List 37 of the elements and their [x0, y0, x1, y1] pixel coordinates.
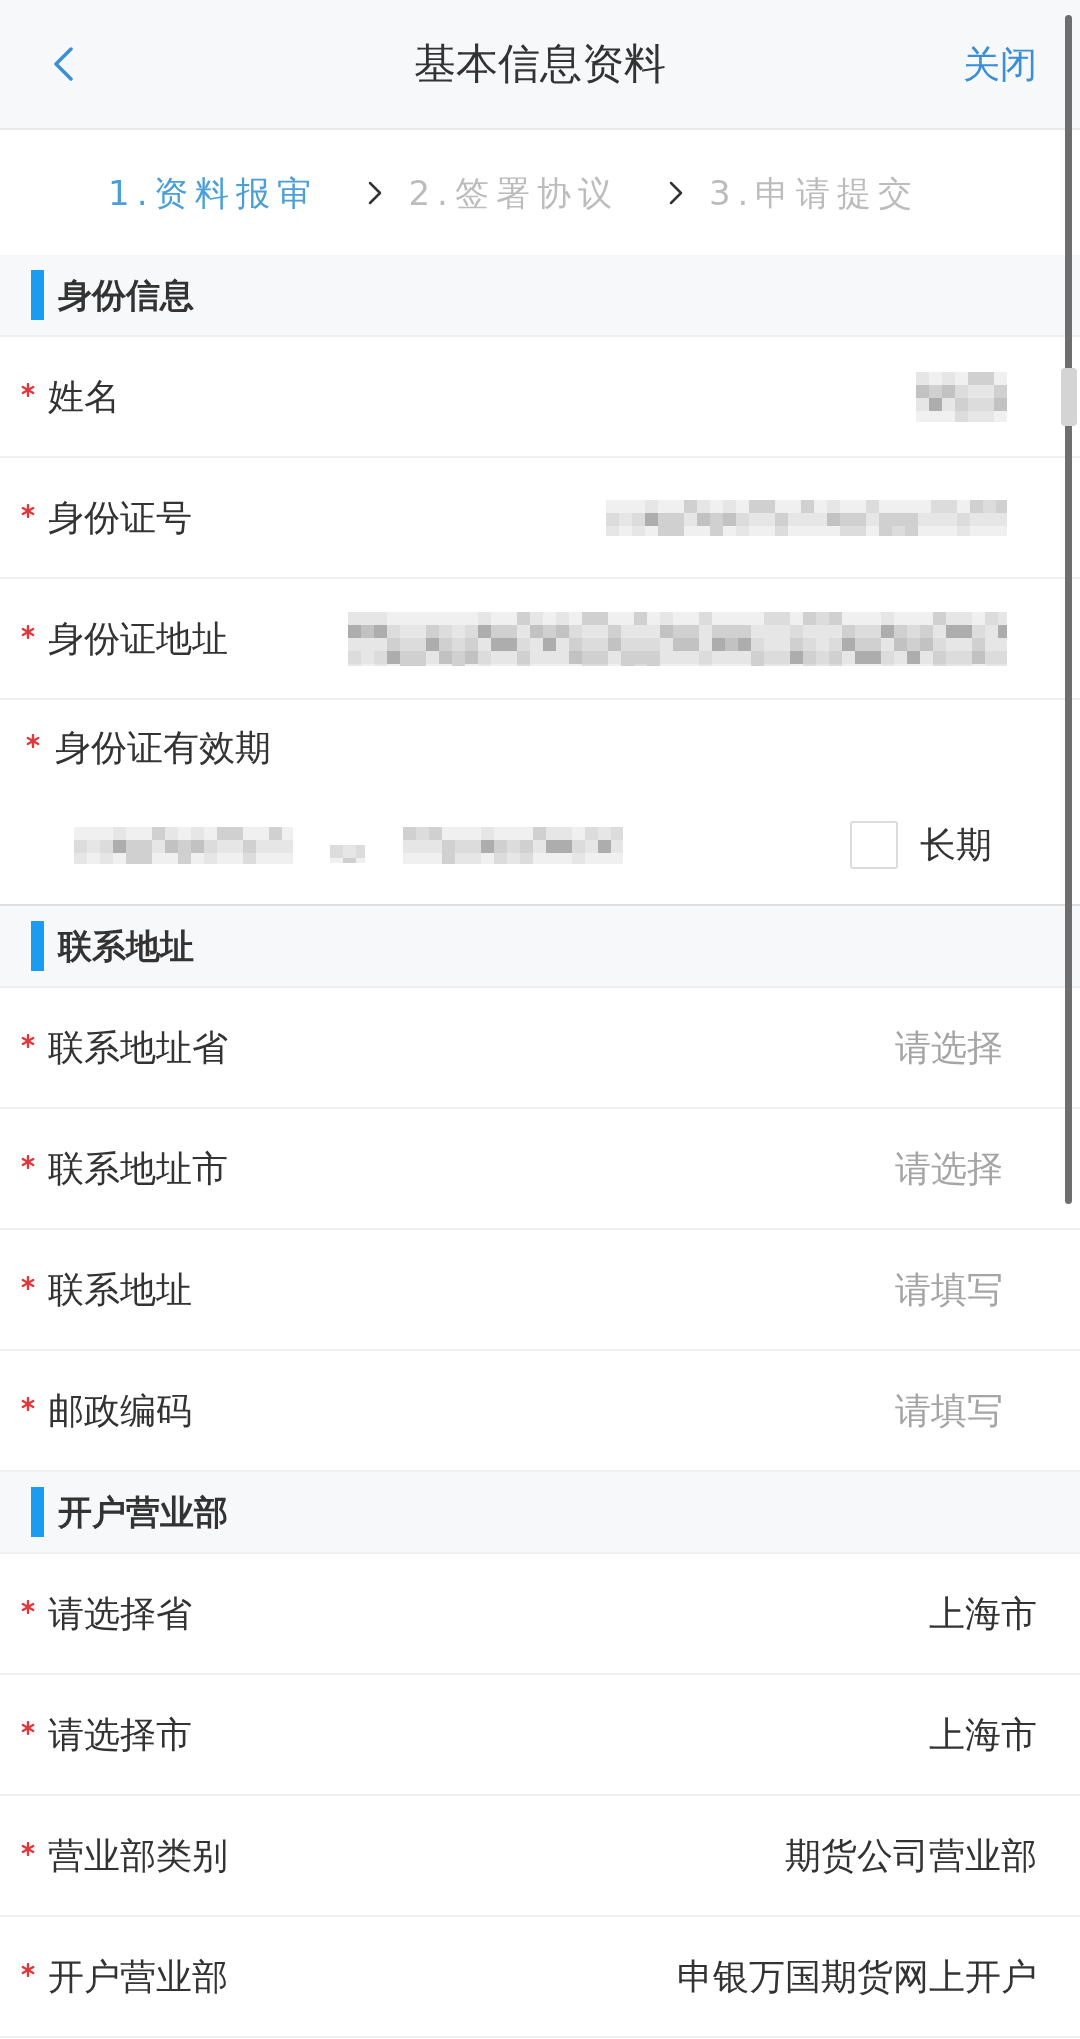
- field-label: 身份证号: [48, 499, 192, 536]
- page-title: 基本信息资料: [414, 43, 666, 85]
- field-label: 联系地址省: [48, 1029, 228, 1066]
- section-title: 联系地址: [58, 929, 194, 963]
- field-label: 身份证地址: [48, 620, 228, 657]
- text-field[interactable]: 请填写: [873, 1390, 1003, 1431]
- accent-bar: [31, 921, 44, 971]
- field-label: 请选择省: [48, 1595, 192, 1632]
- field-label: 请选择市: [48, 1716, 192, 1753]
- text-field[interactable]: 请填写: [873, 1269, 1003, 1310]
- checkbox[interactable]: [850, 821, 898, 869]
- select-field[interactable]: 上海市: [929, 1716, 1037, 1753]
- section-title: 开户营业部: [58, 1495, 228, 1529]
- step-label: 1.资料报审: [108, 175, 319, 210]
- scrollbar-thumb[interactable]: [1061, 368, 1077, 426]
- field-label: 邮政编码: [48, 1392, 192, 1429]
- section-title: 身份信息: [58, 278, 194, 312]
- field-label: 营业部类别: [48, 1837, 228, 1874]
- field-label: 联系地址市: [48, 1150, 228, 1187]
- step-label: 3.申请提交: [708, 175, 920, 210]
- chevron-right-icon: [368, 180, 383, 205]
- field-label: 姓名: [48, 378, 120, 415]
- select-field[interactable]: 请选择: [873, 1148, 1003, 1189]
- checkbox-label: 长期: [920, 827, 992, 863]
- chevron-right-icon: [668, 180, 683, 205]
- accent-bar: [31, 270, 44, 320]
- pixelated-text-drawing: [330, 845, 365, 863]
- select-field[interactable]: 期货公司营业部: [785, 1837, 1037, 1874]
- step-label: 2.签署协议: [408, 175, 619, 210]
- field-label: 联系地址: [48, 1271, 192, 1308]
- field-label: 身份证有效期: [55, 730, 271, 766]
- accent-bar: [31, 1487, 44, 1537]
- select-field[interactable]: 申银万国期货网上开户: [677, 1958, 1037, 1995]
- chevron-left-icon: [52, 47, 74, 81]
- field-label: 开户营业部: [48, 1958, 228, 1995]
- select-field[interactable]: 请选择: [873, 1027, 1003, 1068]
- select-field[interactable]: 上海市: [929, 1595, 1037, 1632]
